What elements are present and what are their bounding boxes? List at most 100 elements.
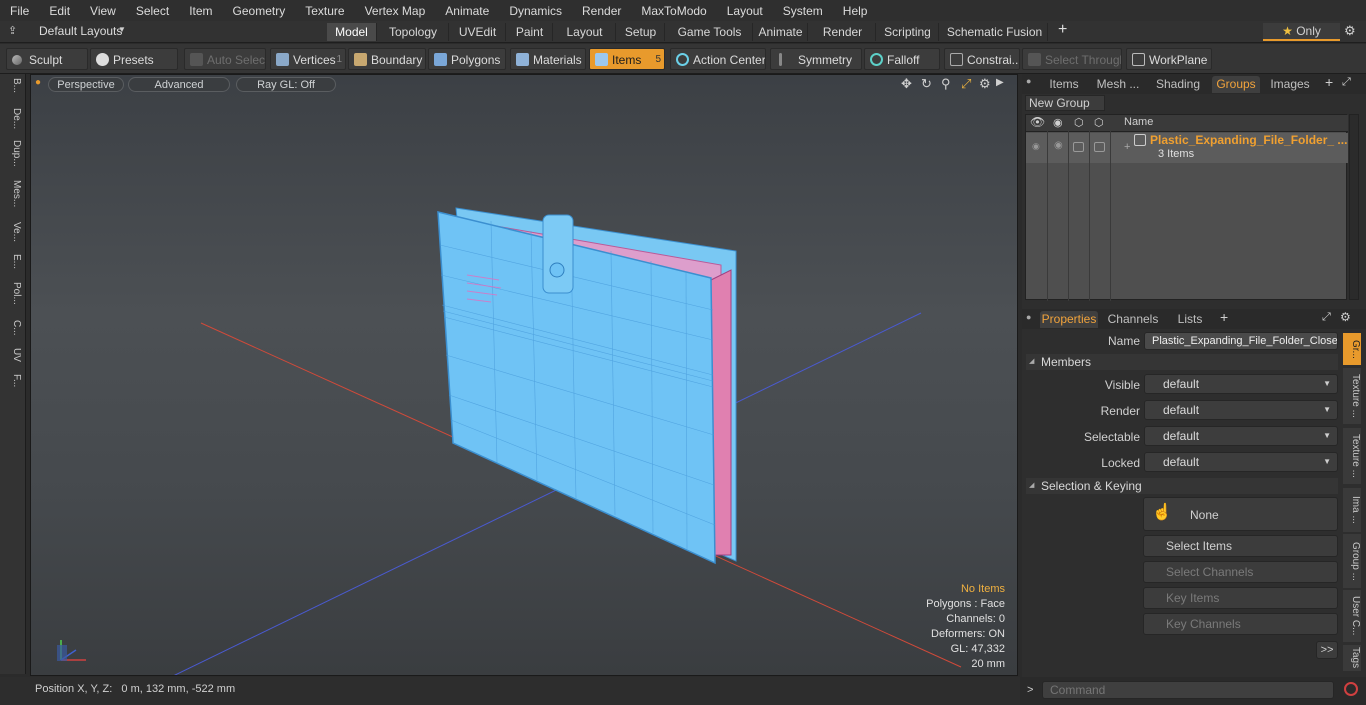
prop-tab-properties[interactable]: Properties: [1040, 311, 1098, 328]
eye-icon[interactable]: ◉: [1032, 141, 1040, 152]
key-channels-button[interactable]: Key Channels: [1143, 613, 1338, 635]
side-tab-1[interactable]: Texture ...: [1343, 368, 1361, 424]
only-toggle[interactable]: ★ Only: [1263, 23, 1340, 41]
command-input[interactable]: [1042, 681, 1334, 699]
prop-tab-channels[interactable]: Channels: [1102, 311, 1164, 328]
left-tab-9[interactable]: F...: [4, 374, 22, 387]
right-tab-images[interactable]: Images: [1265, 76, 1315, 93]
mode-tab-paint[interactable]: Paint: [507, 23, 553, 41]
menu-item-system[interactable]: System: [773, 4, 833, 18]
left-tab-0[interactable]: B...: [4, 78, 22, 93]
side-tab-2[interactable]: Texture ...: [1343, 428, 1361, 484]
lock-icon[interactable]: ⬡: [1094, 116, 1104, 129]
mode-tab-model[interactable]: Model: [327, 23, 377, 41]
more-button[interactable]: >>: [1316, 641, 1338, 659]
symmetry-button[interactable]: Symmetry: [770, 48, 862, 70]
items-button[interactable]: Items 5: [589, 48, 665, 70]
mode-tab-uvedit[interactable]: UVEdit: [450, 23, 506, 41]
panel-menu-icon[interactable]: ●: [1026, 312, 1031, 322]
menu-item-geometry[interactable]: Geometry: [223, 4, 296, 18]
side-tab-6[interactable]: Tags: [1343, 645, 1361, 671]
name-field[interactable]: Plastic_Expanding_File_Folder_Closed: [1144, 332, 1338, 350]
mode-tab-render[interactable]: Render: [810, 23, 876, 41]
selection-keying-section[interactable]: Selection & Keying: [1026, 478, 1338, 494]
workplane-button[interactable]: WorkPlane: [1126, 48, 1212, 70]
side-tab-0[interactable]: Gr...: [1343, 333, 1361, 365]
action-center-button[interactable]: Action Center: [670, 48, 766, 70]
mode-tab-game-tools[interactable]: Game Tools: [667, 23, 753, 41]
key-items-button[interactable]: Key Items: [1143, 587, 1338, 609]
right-tab-items[interactable]: Items: [1040, 76, 1088, 93]
sculpt-button[interactable]: Sculpt: [6, 48, 88, 70]
menu-item-view[interactable]: View: [80, 4, 126, 18]
group-row[interactable]: ◉ ◉ + Plastic_Expanding_File_Folder_ ...…: [1026, 133, 1348, 163]
left-tab-2[interactable]: Dup...: [4, 140, 22, 167]
prop-tab-lists[interactable]: Lists: [1168, 311, 1212, 328]
new-group-button[interactable]: New Group: [1025, 95, 1105, 111]
visible-dropdown[interactable]: default: [1144, 374, 1338, 394]
menu-item-layout[interactable]: Layout: [717, 4, 773, 18]
eye-icon[interactable]: 👁: [1030, 115, 1045, 129]
selectable-icon[interactable]: ⬡: [1074, 116, 1084, 129]
none-button[interactable]: ☝ None: [1143, 497, 1338, 531]
menu-item-vertex-map[interactable]: Vertex Map: [355, 4, 436, 18]
layouts-icon[interactable]: ⇪: [8, 24, 17, 37]
members-section[interactable]: Members: [1026, 354, 1338, 370]
mode-tab-layout[interactable]: Layout: [554, 23, 616, 41]
groups-scrollbar[interactable]: [1349, 114, 1359, 300]
layouts-dropdown[interactable]: Default Layouts: [39, 24, 122, 38]
menu-item-dynamics[interactable]: Dynamics: [499, 4, 572, 18]
side-tab-4[interactable]: Group ...: [1343, 534, 1361, 588]
menu-item-file[interactable]: File: [0, 4, 39, 18]
add-tab-icon[interactable]: +: [1220, 309, 1228, 325]
render-icon[interactable]: ◉: [1053, 116, 1063, 129]
group-name[interactable]: Plastic_Expanding_File_Folder_ ...: [1150, 133, 1347, 147]
constraints-button[interactable]: Constrai...: [944, 48, 1020, 70]
materials-button[interactable]: Materials: [510, 48, 586, 70]
right-tab-shading[interactable]: Shading: [1150, 76, 1206, 93]
menu-item-item[interactable]: Item: [179, 4, 222, 18]
gear-icon[interactable]: ⚙: [1344, 23, 1356, 39]
checkbox-icon[interactable]: [1094, 142, 1105, 152]
select-channels-button[interactable]: Select Channels: [1143, 561, 1338, 583]
mode-tab-animate[interactable]: Animate: [754, 23, 808, 41]
left-tab-7[interactable]: C...: [4, 320, 22, 336]
expand-icon[interactable]: ⤢: [1342, 76, 1351, 89]
mode-tab-schematic-fusion[interactable]: Schematic Fusion: [942, 23, 1048, 41]
left-tab-4[interactable]: Ve...: [4, 222, 22, 242]
boundary-button[interactable]: Boundary: [348, 48, 426, 70]
left-tab-8[interactable]: UV: [4, 348, 22, 362]
record-icon[interactable]: [1344, 682, 1358, 696]
expand-plus-icon[interactable]: +: [1124, 141, 1130, 153]
add-tab-icon[interactable]: +: [1058, 21, 1067, 39]
select-through-button[interactable]: Select Through: [1022, 48, 1122, 70]
menu-item-render[interactable]: Render: [572, 4, 631, 18]
menu-item-help[interactable]: Help: [833, 4, 878, 18]
menu-item-edit[interactable]: Edit: [39, 4, 80, 18]
side-tab-5[interactable]: User C...: [1343, 590, 1361, 642]
falloff-button[interactable]: Falloff: [864, 48, 940, 70]
3d-viewport[interactable]: ● Perspective Advanced Ray GL: Off ✥ ↻ ⚲…: [30, 74, 1018, 676]
render-dropdown[interactable]: default: [1144, 400, 1338, 420]
vertices-button[interactable]: Vertices 1: [270, 48, 346, 70]
left-tab-3[interactable]: Mes...: [4, 180, 22, 207]
locked-dropdown[interactable]: default: [1144, 452, 1338, 472]
selectable-dropdown[interactable]: default: [1144, 426, 1338, 446]
auto-select-button[interactable]: Auto Select: [184, 48, 266, 70]
polygons-button[interactable]: Polygons: [428, 48, 506, 70]
left-tab-6[interactable]: Pol...: [4, 282, 22, 305]
right-tab-groups[interactable]: Groups: [1212, 76, 1260, 93]
select-items-button[interactable]: Select Items: [1143, 535, 1338, 557]
menu-item-animate[interactable]: Animate: [435, 4, 499, 18]
mode-tab-setup[interactable]: Setup: [617, 23, 665, 41]
expand-icon[interactable]: ⤢: [1322, 311, 1331, 324]
presets-button[interactable]: Presets: [90, 48, 178, 70]
panel-menu-icon[interactable]: ●: [1026, 76, 1031, 86]
render-icon[interactable]: ◉: [1054, 140, 1063, 151]
mode-tab-scripting[interactable]: Scripting: [877, 23, 939, 41]
right-tab-mesh[interactable]: Mesh ...: [1092, 76, 1144, 93]
add-tab-icon[interactable]: +: [1325, 74, 1333, 90]
left-tab-1[interactable]: De...: [4, 108, 22, 129]
menu-item-maxtomodo[interactable]: MaxToModo: [631, 4, 716, 18]
side-tab-3[interactable]: Ima ...: [1343, 488, 1361, 532]
